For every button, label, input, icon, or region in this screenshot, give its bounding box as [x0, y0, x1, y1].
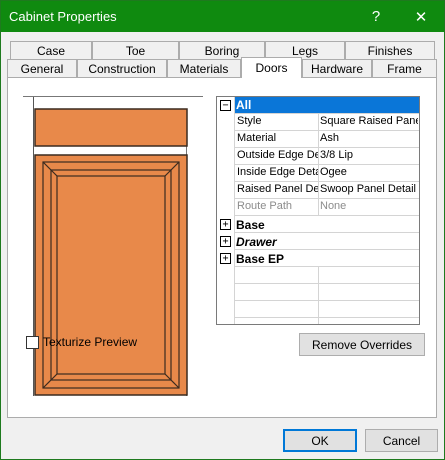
- column-separator: [318, 267, 319, 284]
- row-gutter: [217, 284, 235, 301]
- expand-icon[interactable]: +: [220, 253, 231, 264]
- empty-row: [217, 267, 419, 284]
- property-row-style[interactable]: Style Square Raised Panel: [217, 114, 419, 131]
- category-label-base: Base: [236, 218, 265, 232]
- column-separator: [318, 182, 319, 199]
- expand-icon[interactable]: +: [220, 236, 231, 247]
- door-outer: [34, 154, 188, 396]
- empty-row: [217, 284, 419, 301]
- row-gutter: [217, 131, 235, 148]
- door-preview: [23, 96, 203, 396]
- property-value[interactable]: Swoop Panel Detail: [320, 183, 418, 198]
- property-name: Inside Edge Detail: [237, 166, 318, 178]
- row-gutter: +: [217, 233, 235, 250]
- row-gutter: [217, 182, 235, 199]
- tab-general[interactable]: General: [7, 59, 77, 78]
- door-preview-drawing: [34, 108, 188, 396]
- row-gutter: +: [217, 216, 235, 233]
- property-name: Raised Panel Detail: [237, 183, 318, 195]
- title-bar[interactable]: Cabinet Properties ? ✕: [1, 1, 444, 32]
- column-separator: [318, 301, 319, 318]
- row-gutter: [217, 301, 235, 318]
- property-row-raised-panel-detail[interactable]: Raised Panel Detail Swoop Panel Detail: [217, 182, 419, 199]
- property-name: Route Path: [237, 200, 293, 212]
- property-value[interactable]: Ogee: [320, 166, 418, 181]
- category-label-base-ep: Base EP: [236, 252, 285, 266]
- checkbox-box[interactable]: [26, 336, 39, 349]
- tab-toe[interactable]: Toe: [92, 41, 179, 60]
- property-row-outside-edge-detail[interactable]: Outside Edge Detail 3/8 Lip: [217, 148, 419, 165]
- property-row-material[interactable]: Material Ash: [217, 131, 419, 148]
- property-value[interactable]: Ash: [320, 132, 418, 147]
- property-row-route-path[interactable]: Route Path None: [217, 199, 419, 216]
- property-value[interactable]: 3/8 Lip: [320, 149, 418, 164]
- texturize-preview-label: Texturize Preview: [43, 335, 138, 349]
- property-name: Outside Edge Detail: [237, 149, 318, 161]
- column-separator: [318, 114, 319, 131]
- ok-button[interactable]: OK: [283, 429, 357, 452]
- column-separator: [318, 199, 319, 216]
- cabinet-properties-dialog: Cabinet Properties ? ✕ Case Toe Boring L…: [0, 0, 445, 460]
- empty-row: [217, 301, 419, 318]
- category-row-base-ep[interactable]: + Base EP: [217, 250, 419, 267]
- row-gutter: [217, 148, 235, 165]
- property-value[interactable]: Square Raised Panel: [320, 115, 418, 130]
- close-icon[interactable]: ✕: [398, 1, 444, 32]
- tab-case[interactable]: Case: [10, 41, 92, 60]
- row-gutter: [217, 318, 235, 324]
- property-name: Material: [237, 132, 277, 144]
- column-separator: [318, 148, 319, 165]
- row-gutter: [217, 267, 235, 284]
- expand-icon[interactable]: +: [220, 219, 231, 230]
- tab-doors[interactable]: Doors: [241, 57, 302, 78]
- tab-materials[interactable]: Materials: [167, 59, 241, 78]
- category-label-drawer: Drawer: [236, 235, 277, 249]
- column-separator: [318, 131, 319, 148]
- tab-hardware[interactable]: Hardware: [302, 59, 372, 78]
- category-label-all: All: [235, 97, 419, 113]
- tab-construction[interactable]: Construction: [77, 59, 167, 78]
- row-gutter: +: [217, 250, 235, 267]
- property-row-inside-edge-detail[interactable]: Inside Edge Detail Ogee: [217, 165, 419, 182]
- category-row-all[interactable]: − All: [217, 97, 419, 114]
- category-row-base[interactable]: + Base: [217, 216, 419, 233]
- row-gutter: −: [217, 97, 235, 114]
- property-value: None: [320, 200, 347, 212]
- property-name: Style: [237, 115, 262, 127]
- column-separator: [318, 284, 319, 301]
- property-grid[interactable]: − All Style Square Raised Panel Material…: [216, 96, 420, 325]
- tab-finishes[interactable]: Finishes: [345, 41, 435, 60]
- remove-overrides-button[interactable]: Remove Overrides: [299, 333, 425, 356]
- column-separator: [318, 165, 319, 182]
- drawer-front: [34, 108, 188, 147]
- cancel-button[interactable]: Cancel: [365, 429, 438, 452]
- tab-frame[interactable]: Frame: [372, 59, 437, 78]
- column-separator: [318, 318, 319, 324]
- doors-tab-panel: − All Style Square Raised Panel Material…: [7, 77, 437, 418]
- row-gutter: [217, 199, 235, 216]
- collapse-icon[interactable]: −: [220, 100, 231, 111]
- category-row-drawer[interactable]: + Drawer: [217, 233, 419, 250]
- help-icon[interactable]: ?: [353, 1, 399, 32]
- row-gutter: [217, 114, 235, 131]
- empty-row: [217, 318, 419, 324]
- window-title: Cabinet Properties: [9, 9, 117, 24]
- row-gutter: [217, 165, 235, 182]
